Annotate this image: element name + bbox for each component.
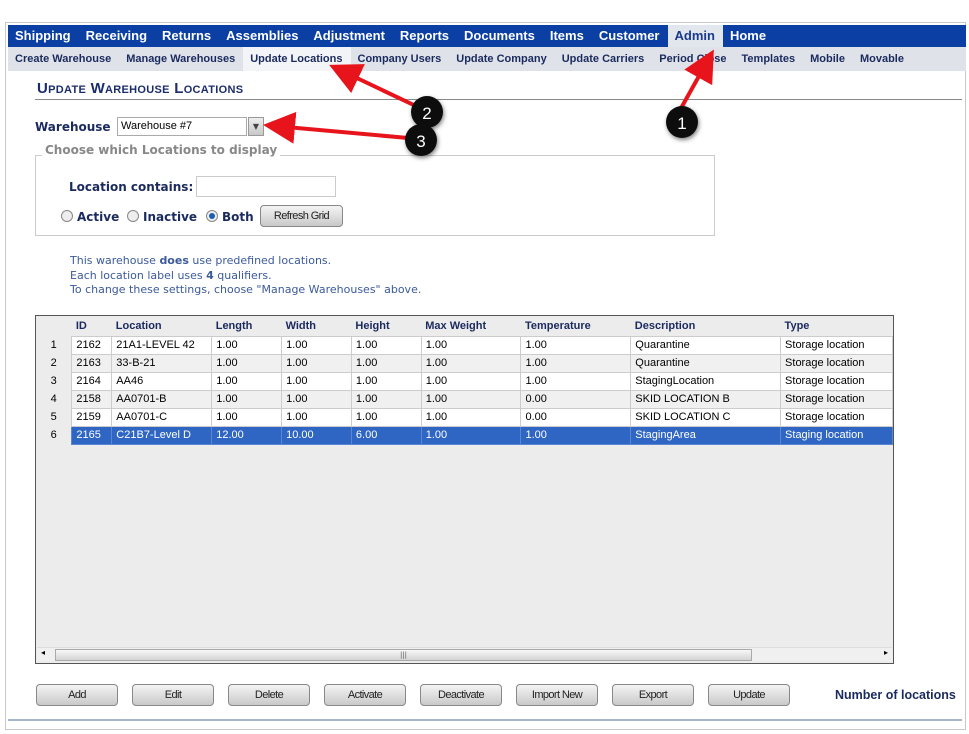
arrow-1 [678,49,714,111]
badge-2-number: 2 [422,104,431,123]
badge-3-number: 3 [416,132,425,151]
annotation-overlay: 1 2 3 [263,49,714,156]
arrow-3 [263,111,409,144]
badge-1-number: 1 [677,114,686,133]
arrow-2 [329,64,421,110]
